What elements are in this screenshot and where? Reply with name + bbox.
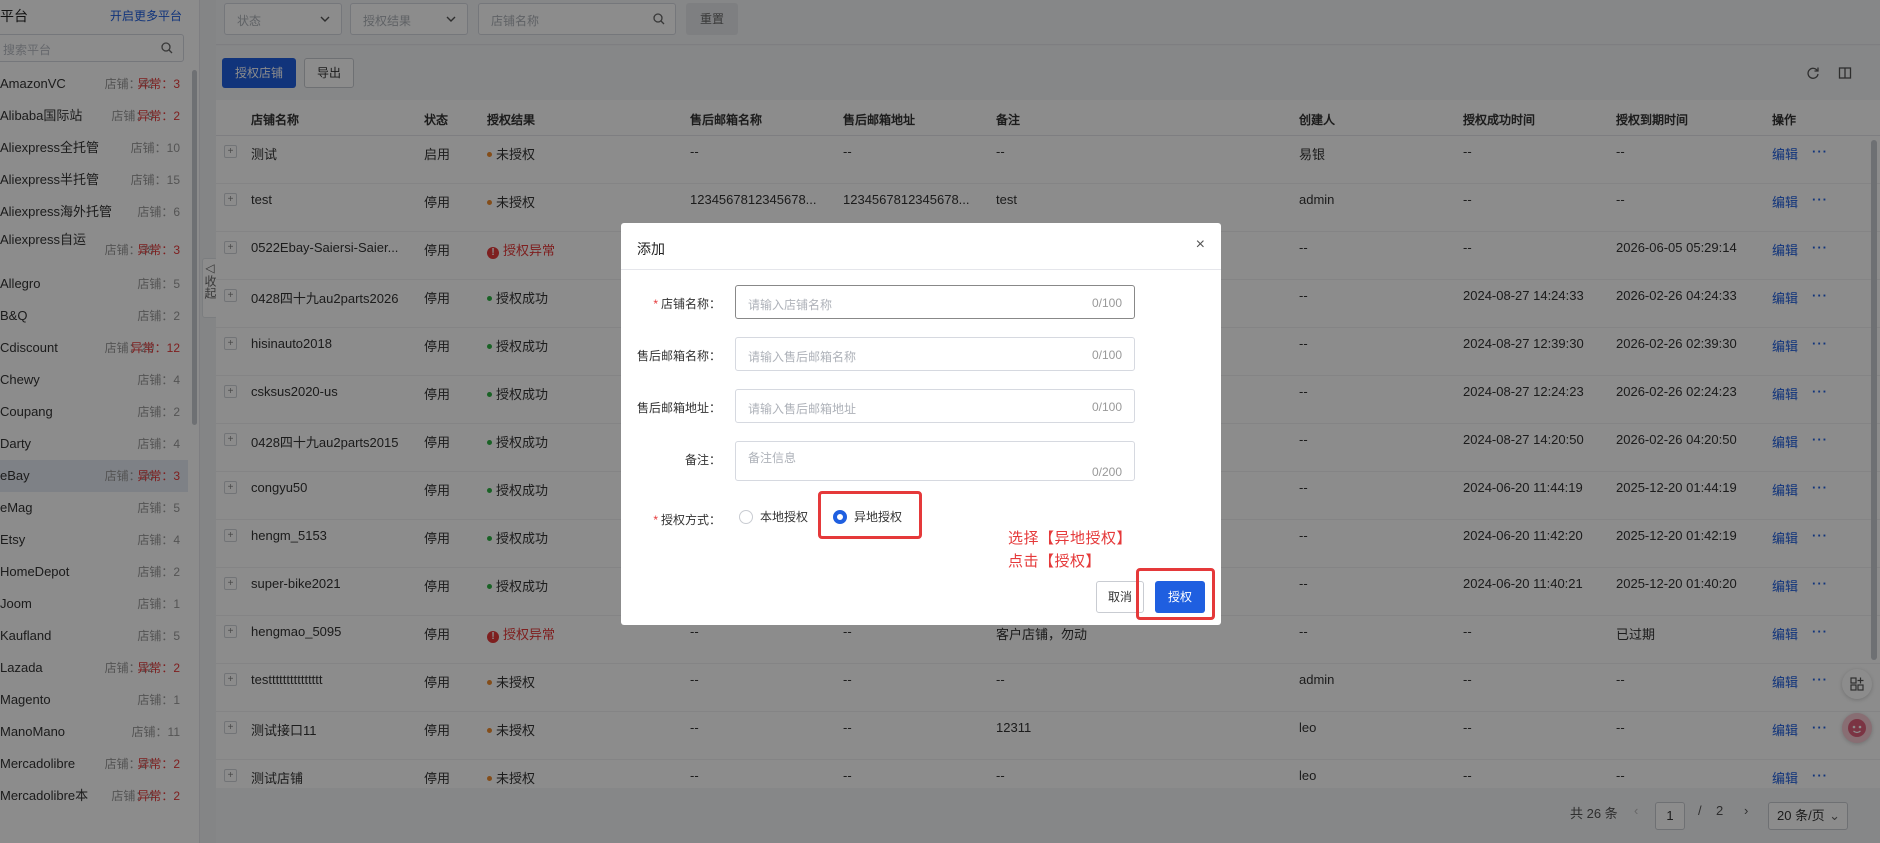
auth-method-label-text: 授权方式：: [660, 513, 721, 527]
dialog-title: 添加: [637, 241, 665, 257]
email-address-label: 售后邮箱地址：: [636, 401, 721, 415]
radio-local-auth-label: 本地授权: [760, 510, 809, 524]
radio-circle: [739, 509, 753, 524]
store-name-label: * 店铺名称：: [653, 297, 721, 311]
email-name-field[interactable]: 请输入售后邮箱名称 0/100: [735, 337, 1135, 371]
remark-row: 备注： 备注信息 0/200: [621, 441, 1221, 481]
email-name-label: 售后邮箱名称：: [636, 349, 721, 363]
email-address-field[interactable]: 请输入售后邮箱地址 0/100: [735, 389, 1135, 423]
auth-method-label: * 授权方式：: [653, 513, 721, 527]
email-address-row: 售后邮箱地址： 请输入售后邮箱地址 0/100: [621, 389, 1221, 429]
highlight-authorize-button: [1136, 568, 1215, 620]
store-name-counter: 0/100: [1091, 296, 1122, 310]
annotation-line-1: 选择【异地授权】: [1008, 530, 1133, 547]
annotation-line-2: 点击【授权】: [1008, 553, 1102, 570]
store-name-placeholder: 请输入店铺名称: [748, 298, 833, 312]
remark-placeholder: 备注信息: [748, 451, 797, 465]
store-name-row: * 店铺名称： 请输入店铺名称 0/100: [621, 285, 1221, 325]
instruction-annotation: 选择【异地授权】 点击【授权】: [1008, 527, 1132, 573]
store-name-label-text: 店铺名称：: [660, 297, 721, 311]
dialog-header: 添加 ×: [621, 223, 1221, 270]
remark-textarea[interactable]: 备注信息 0/200: [735, 441, 1135, 481]
email-address-counter: 0/100: [1091, 400, 1122, 414]
store-name-field[interactable]: 请输入店铺名称 0/100: [735, 285, 1135, 319]
radio-local-auth[interactable]: 本地授权: [739, 508, 808, 528]
email-address-placeholder: 请输入售后邮箱地址: [748, 402, 857, 416]
highlight-remote-auth: [818, 491, 922, 539]
email-name-row: 售后邮箱名称： 请输入售后邮箱名称 0/100: [621, 337, 1221, 377]
close-icon[interactable]: ×: [1196, 236, 1205, 254]
remark-counter: 0/200: [1091, 465, 1122, 479]
email-name-placeholder: 请输入售后邮箱名称: [748, 350, 857, 364]
remark-label: 备注：: [684, 453, 721, 467]
email-name-counter: 0/100: [1091, 348, 1122, 362]
